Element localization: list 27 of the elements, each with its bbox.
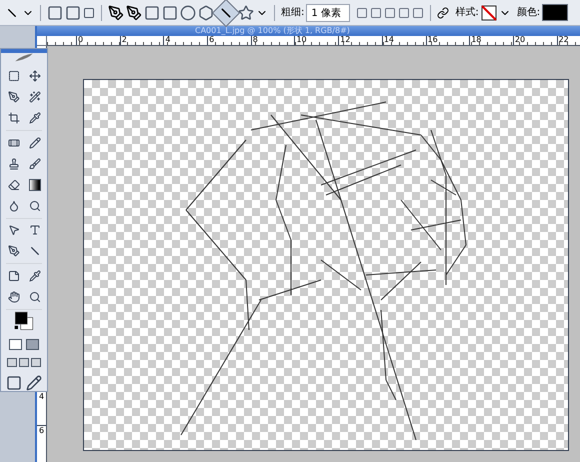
ruler-number: 8 [250, 36, 294, 45]
no-style-swatch-icon[interactable] [480, 4, 497, 20]
edit-icon[interactable] [26, 375, 42, 391]
polygon-icon[interactable] [198, 4, 214, 20]
weight-label: 粗细: [281, 6, 304, 20]
ruler-number: 6 [37, 425, 46, 435]
color-swatch[interactable] [542, 4, 568, 21]
ruler-number: 16 [426, 36, 470, 45]
weight-field[interactable]: 1 像素 [306, 4, 350, 22]
link-icon[interactable] [437, 6, 450, 18]
color-label: 颜色: [516, 6, 540, 20]
ruler-number: 22 [556, 36, 580, 45]
ruler-number: 14 [382, 36, 426, 45]
ellipse-icon[interactable] [180, 4, 196, 20]
ruler-number: 12 [338, 36, 382, 45]
ruler-number: 20 [512, 36, 557, 45]
ruler-number: 0 [76, 36, 120, 45]
ruler-number: 2 [120, 36, 164, 45]
ruler-number: 18 [469, 36, 513, 45]
style-label: 样式: [455, 6, 479, 20]
rounded-rectangle-icon[interactable] [162, 4, 178, 20]
ruler-number: 4 [163, 36, 208, 45]
rectangle-icon[interactable] [144, 4, 160, 20]
pen-icon[interactable] [108, 4, 124, 20]
ruler-number: 10 [294, 36, 338, 45]
ruler-number: 6 [207, 36, 251, 45]
window-title: CA001_L.jpg @ 100% (形状 1, RGB/8#) [195, 26, 350, 36]
